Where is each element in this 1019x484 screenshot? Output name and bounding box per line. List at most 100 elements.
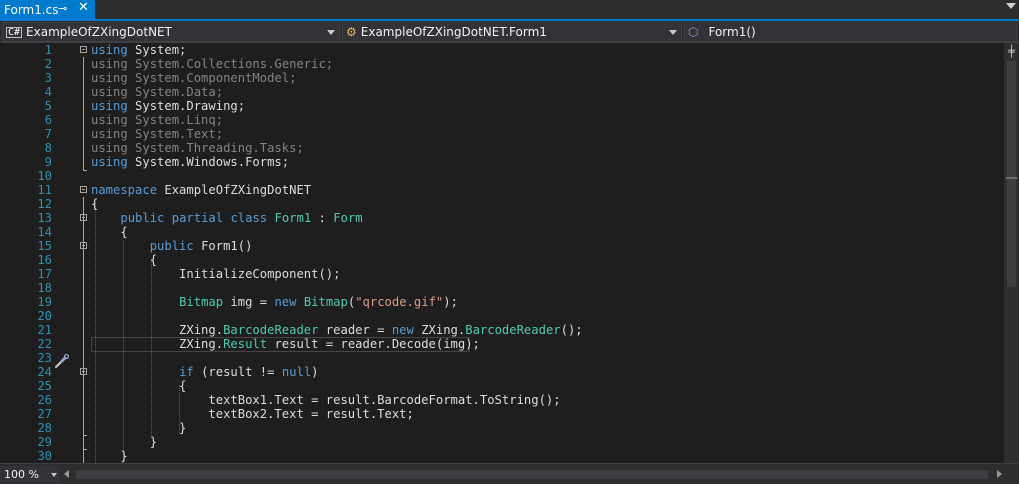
code-token: { [91,379,187,393]
line-number: 3 [44,71,52,85]
type-dropdown[interactable]: ⚙ ExampleOfZXingDotNET.Form1 [342,22,682,42]
tab-overflow-dropdown-icon[interactable] [1006,3,1016,9]
line-number: 7 [44,127,52,141]
code-text: using System.Drawing; [91,99,245,113]
code-editor[interactable]: 1 using System; 2 using System.Collections.… [0,43,1004,463]
split-window-icon[interactable]: ╪ [1006,46,1017,58]
code-token: using [91,43,128,57]
code-token: } [91,421,187,435]
horizontal-scroll-thumb[interactable] [76,470,988,479]
code-line[interactable]: 22 ZXing.Result result = reader.Decode(i… [0,337,1004,351]
horizontal-scrollbar[interactable] [62,466,1004,483]
line-number: 25 [37,379,52,393]
code-token: Result [223,337,268,351]
code-text: namespace ExampleOfZXingDotNET [91,183,311,197]
scroll-left-icon[interactable] [64,470,69,478]
vertical-scroll-thumb[interactable] [1007,61,1016,287]
collapse-outline-icon[interactable] [80,214,87,221]
code-line[interactable]: 1 using System; [0,43,1004,57]
code-text: using System.ComponentModel; [91,71,296,85]
code-token: using System.ComponentModel; [91,71,297,85]
code-token: namespace [91,183,158,197]
code-line[interactable]: 9 using System.Windows.Forms; [0,155,1004,169]
code-line[interactable]: 7 using System.Text; [0,127,1004,141]
code-line[interactable]: 19 Bitmap img = new Bitmap("qrcode.gif")… [0,295,1004,309]
code-line[interactable]: 25 { [0,379,1004,393]
code-line[interactable]: 24 if (result != null) [0,365,1004,379]
code-line[interactable]: 8 using System.Threading.Tasks; [0,141,1004,155]
line-number: 18 [37,281,52,295]
line-number: 19 [37,295,52,309]
code-line[interactable]: 23 [0,351,1004,365]
line-number: 21 [37,323,52,337]
code-token: System.Drawing; [127,99,246,113]
code-token: class [230,211,268,225]
code-line[interactable]: 5 using System.Drawing; [0,99,1004,113]
code-line[interactable]: 14 { [0,225,1004,239]
code-token: Form1() [193,239,253,253]
collapse-outline-icon[interactable] [80,242,87,249]
code-line[interactable]: 4 using System.Data; [0,85,1004,99]
line-number: 16 [37,253,52,267]
line-number: 17 [37,267,52,281]
line-number: 13 [37,211,52,225]
code-line[interactable]: 10 [0,169,1004,183]
code-line[interactable]: 27 textBox2.Text = result.Text; [0,407,1004,421]
code-token: public [149,239,194,253]
method-icon: ⬡ [688,25,699,39]
code-line[interactable]: 17 InitializeComponent(); [0,267,1004,281]
code-line[interactable]: 21 ZXing.BarcodeReader reader = new ZXin… [0,323,1004,337]
code-token: using System.Threading.Tasks; [91,141,304,155]
tab-form1-cs[interactable]: Form1.cs ⊸ ✕ [0,0,95,19]
line-number: 11 [37,183,52,197]
code-line[interactable]: 30 } [0,449,1004,463]
code-line[interactable]: 20 [0,309,1004,323]
code-line[interactable]: 2 using System.Collections.Generic; [0,57,1004,71]
class-icon: ⚙ [346,25,357,39]
code-line[interactable]: 12 { [0,197,1004,211]
code-text: } [91,421,186,435]
close-icon[interactable]: ✕ [78,0,89,15]
scroll-right-icon[interactable] [997,470,1002,478]
code-line[interactable]: 26 textBox1.Text = result.BarcodeFormat.… [0,393,1004,407]
line-number: 10 [37,169,52,183]
code-text: using System.Threading.Tasks; [91,141,304,155]
line-number: 2 [44,57,52,71]
collapse-outline-icon[interactable] [80,46,87,53]
code-text: { [91,225,127,239]
line-number: 12 [37,197,52,211]
code-line[interactable]: 3 using System.ComponentModel; [0,71,1004,85]
code-token: using [91,99,128,113]
code-line[interactable]: 6 using System.Linq; [0,113,1004,127]
code-token: { [91,253,158,267]
pin-icon[interactable]: ⊸ [58,2,67,15]
zoom-value: 100 % [4,468,39,481]
code-token: } [91,435,158,449]
line-number: 9 [44,155,52,169]
member-dropdown[interactable]: ⬡ Form1() [684,22,1017,42]
code-line[interactable]: 28 } [0,421,1004,435]
zoom-dropdown[interactable]: 100 % [0,466,60,483]
code-line[interactable]: 16 { [0,253,1004,267]
code-token: Bitmap [303,295,348,309]
project-dropdown[interactable]: C# ExampleOfZXingDotNET [2,22,340,42]
code-line[interactable]: 11 namespace ExampleOfZXingDotNET [0,183,1004,197]
code-line[interactable]: 13 public partial class Form1 : Form [0,211,1004,225]
code-text: textBox2.Text = result.Text; [91,407,413,421]
editor-bottom-bar: 100 % [0,463,1019,484]
collapse-outline-icon[interactable] [80,186,87,193]
code-token: System; [127,43,187,57]
line-number: 28 [37,421,52,435]
collapse-outline-icon[interactable] [80,368,87,375]
code-text: } [91,435,157,449]
code-token: } [91,449,128,463]
chevron-down-icon [51,473,57,477]
code-line[interactable]: 29 } [0,435,1004,449]
code-line[interactable]: 18 [0,281,1004,295]
code-token: Bitmap [179,295,224,309]
code-token: (result != [193,365,282,379]
vertical-scrollbar[interactable]: ╪ [1004,43,1019,463]
code-line[interactable]: 15 public Form1() [0,239,1004,253]
